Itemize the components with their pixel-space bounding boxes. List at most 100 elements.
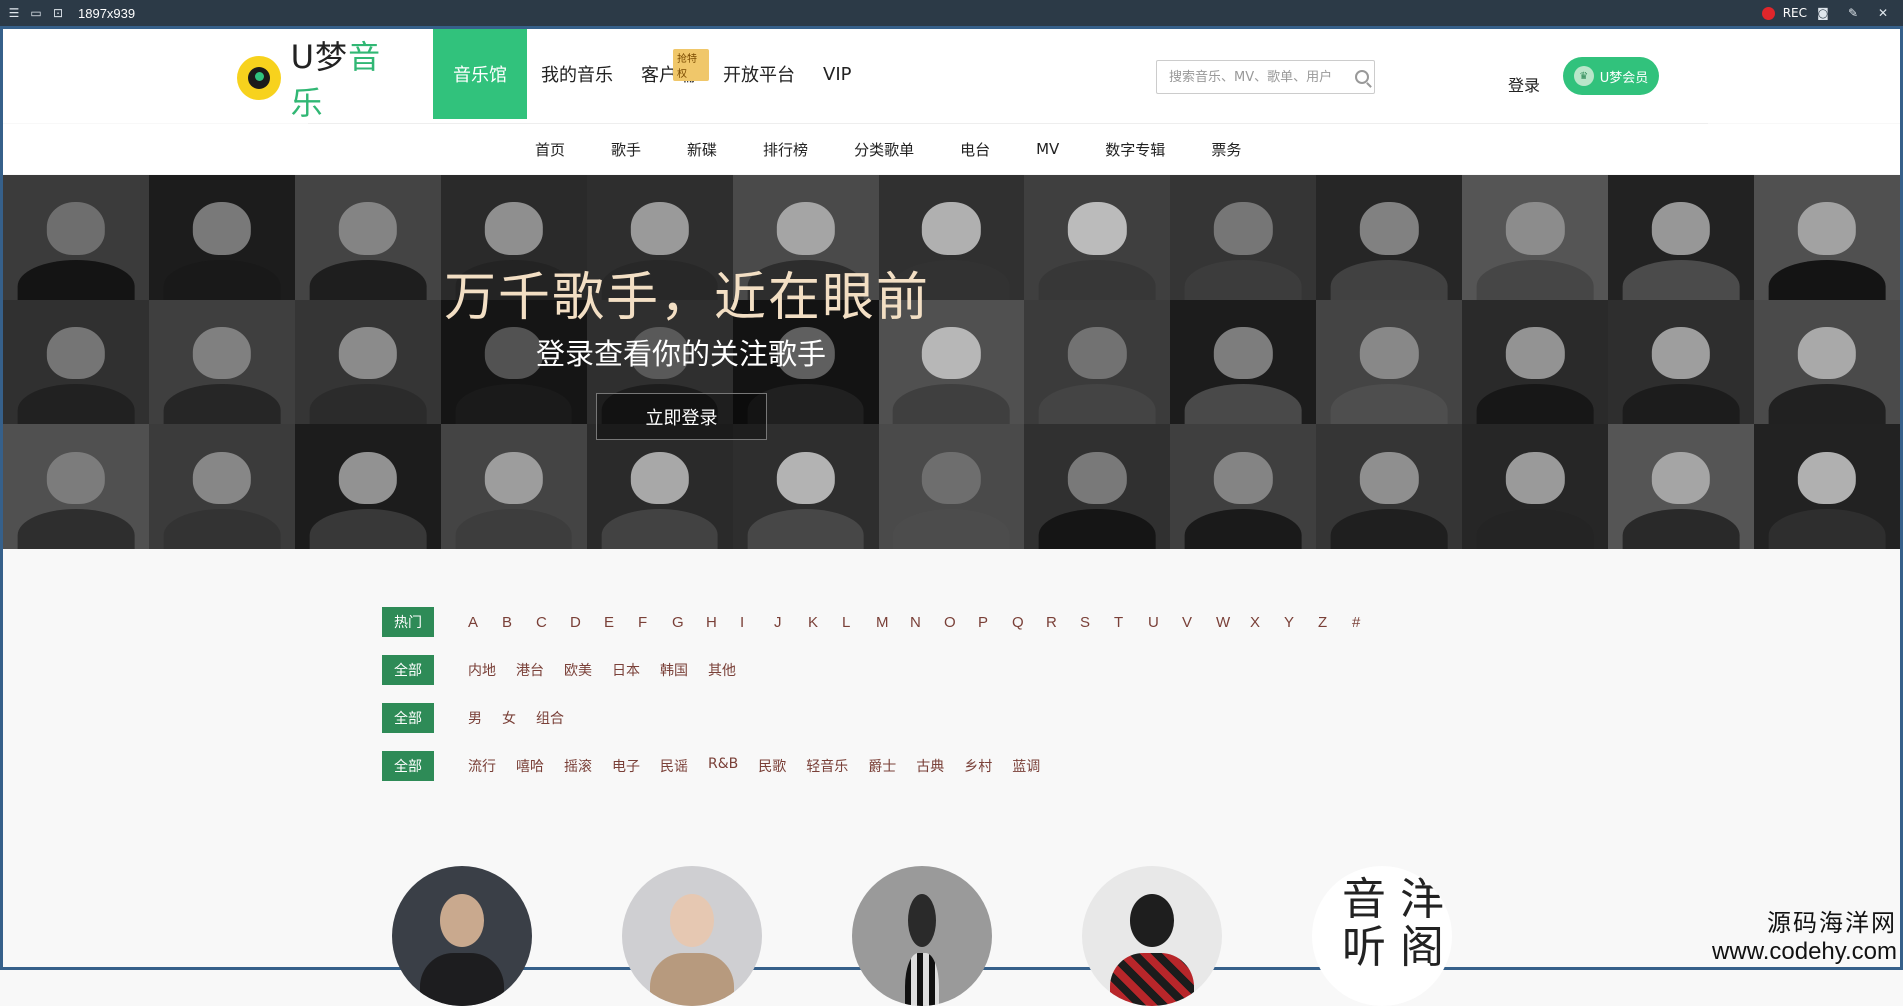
filter-gender-option[interactable]: 女 xyxy=(502,708,516,728)
filter-letter-option[interactable]: R xyxy=(1046,614,1080,631)
filter-tag-all-genres[interactable]: 全部 xyxy=(382,751,434,781)
camera-icon[interactable]: ◙ xyxy=(1815,5,1831,21)
search-icon[interactable] xyxy=(1355,70,1369,84)
menu-icon[interactable]: ☰ xyxy=(6,5,22,21)
filter-letter-option[interactable]: C xyxy=(536,614,570,631)
subnav-item-mv[interactable]: MV xyxy=(1036,140,1059,158)
filter-region-option[interactable]: 内地 xyxy=(468,660,496,680)
filter-genre-option[interactable]: 嘻哈 xyxy=(516,756,544,776)
singer-avatar[interactable] xyxy=(852,866,992,1006)
filter-letter-option[interactable]: Z xyxy=(1318,614,1352,631)
nav-vip[interactable]: VIP xyxy=(809,29,865,119)
filter-letter-option[interactable]: B xyxy=(502,614,536,631)
letter-options: A B C D E F G H I J K L M N O P Q R S T U V W X Y Z # xyxy=(468,614,1386,631)
filter-letter-option[interactable]: Y xyxy=(1284,614,1318,631)
vip-button-label: U梦会员 xyxy=(1599,70,1649,86)
filter-letter-option[interactable]: T xyxy=(1114,614,1148,631)
nav-music-hall[interactable]: 音乐馆 xyxy=(433,29,527,119)
nav-open-platform[interactable]: 开放平台 xyxy=(709,29,809,119)
capture-dimensions: 1897x939 xyxy=(78,5,136,21)
filter-tag-all-regions[interactable]: 全部 xyxy=(382,655,434,685)
filter-letter-option[interactable]: I xyxy=(740,614,774,631)
gender-options: 男女组合 xyxy=(468,708,584,728)
subnav-item-digital-albums[interactable]: 数字专辑 xyxy=(1105,139,1165,160)
filter-genre-option[interactable]: 民谣 xyxy=(660,756,688,776)
filter-letter-option[interactable]: X xyxy=(1250,614,1284,631)
subnav-item-playlists[interactable]: 分类歌单 xyxy=(854,139,914,160)
subnav-item-singers[interactable]: 歌手 xyxy=(611,139,641,160)
window-icon[interactable]: ▭ xyxy=(28,5,44,21)
filter-row-regions: 全部 内地 港台 欧美 日本 韩国 其他 xyxy=(382,655,1386,685)
singer-avatar-calligraphy[interactable]: 音 洋 听 阁 xyxy=(1312,866,1452,1006)
filter-genre-option[interactable]: 摇滚 xyxy=(564,756,592,776)
filter-letter-option[interactable]: S xyxy=(1080,614,1114,631)
filter-letter-option[interactable]: N xyxy=(910,614,944,631)
filter-letter-option[interactable]: A xyxy=(468,614,502,631)
search-input[interactable] xyxy=(1167,68,1353,86)
filter-genre-option[interactable]: 轻音乐 xyxy=(806,756,848,776)
filter-letter-option[interactable]: D xyxy=(570,614,604,631)
subnav-item-tickets[interactable]: 票务 xyxy=(1211,139,1241,160)
nav-client[interactable]: 客户端 抢特权 xyxy=(627,29,709,119)
record-dot-icon xyxy=(1761,6,1775,20)
filter-letter-option[interactable]: W xyxy=(1216,614,1250,631)
filter-genre-option[interactable]: 蓝调 xyxy=(1012,756,1040,776)
filter-region-option[interactable]: 韩国 xyxy=(660,660,688,680)
filter-genre-option[interactable]: 民歌 xyxy=(758,756,786,776)
region-select-icon[interactable]: ⊡ xyxy=(50,5,66,21)
filter-letter-option[interactable]: M xyxy=(876,614,910,631)
rec-label[interactable]: REC xyxy=(1783,6,1807,20)
filter-row-genres: 全部 流行 嘻哈 摇滚 电子 民谣 R&B 民歌 轻音乐 爵士 古典 乡村 蓝调 xyxy=(382,751,1386,781)
subnav-item-new-albums[interactable]: 新碟 xyxy=(687,139,717,160)
filter-letter-option[interactable]: Q xyxy=(1012,614,1046,631)
filter-letter-option[interactable]: H xyxy=(706,614,740,631)
filter-genre-option[interactable]: 流行 xyxy=(468,756,496,776)
filter-genre-option[interactable]: 乡村 xyxy=(964,756,992,776)
subnav-item-radio[interactable]: 电台 xyxy=(960,139,990,160)
filter-letter-option[interactable]: # xyxy=(1352,614,1386,631)
login-link[interactable]: 登录 xyxy=(1508,72,1540,96)
filter-letter-option[interactable]: E xyxy=(604,614,638,631)
filter-row-gender: 全部 男女组合 xyxy=(382,703,1386,733)
genre-options: 流行 嘻哈 摇滚 电子 民谣 R&B 民歌 轻音乐 爵士 古典 乡村 蓝调 xyxy=(468,756,1060,776)
singer-avatar[interactable] xyxy=(622,866,762,1006)
banner-overlay: 万千歌手，近在眼前 登录查看你的关注歌手 立即登录 xyxy=(3,175,1900,549)
close-icon[interactable]: ✕ xyxy=(1875,5,1891,21)
login-now-button[interactable]: 立即登录 xyxy=(596,393,767,440)
logo-disc-icon xyxy=(237,56,281,100)
subnav-item-home[interactable]: 首页 xyxy=(535,139,565,160)
subnav-item-charts[interactable]: 排行榜 xyxy=(763,139,808,160)
filter-letter-option[interactable]: J xyxy=(774,614,808,631)
recorder-toolbar: ☰ ▭ ⊡ 1897x939 REC ◙ ✎ ✕ xyxy=(0,0,1903,26)
filter-region-option[interactable]: 日本 xyxy=(612,660,640,680)
pen-icon[interactable]: ✎ xyxy=(1845,5,1861,21)
filter-region-option[interactable]: 其他 xyxy=(708,660,736,680)
vip-membership-button[interactable]: ♛ U梦会员 xyxy=(1563,57,1659,95)
filter-genre-option[interactable]: 古典 xyxy=(916,756,944,776)
top-nav: 音乐馆 我的音乐 客户端 抢特权 开放平台 VIP xyxy=(433,29,865,123)
filter-tag-all-gender[interactable]: 全部 xyxy=(382,703,434,733)
watermark-name: 源码海洋网 xyxy=(1767,909,1897,937)
filter-letter-option[interactable]: O xyxy=(944,614,978,631)
nav-my-music[interactable]: 我的音乐 xyxy=(527,29,627,119)
filter-letter-option[interactable]: K xyxy=(808,614,842,631)
filter-letter-option[interactable]: F xyxy=(638,614,672,631)
filter-letter-option[interactable]: L xyxy=(842,614,876,631)
filter-letter-option[interactable]: P xyxy=(978,614,1012,631)
filter-genre-option[interactable]: R&B xyxy=(708,756,738,776)
site-logo[interactable]: U梦音乐 xyxy=(237,38,413,122)
filter-gender-option[interactable]: 男 xyxy=(468,708,482,728)
filter-letter-option[interactable]: G xyxy=(672,614,706,631)
filter-gender-option[interactable]: 组合 xyxy=(536,708,564,728)
filter-region-option[interactable]: 欧美 xyxy=(564,660,592,680)
singer-banner: 万千歌手，近在眼前 登录查看你的关注歌手 立即登录 xyxy=(3,175,1900,549)
singer-avatar[interactable] xyxy=(1082,866,1222,1006)
filter-tag-hot[interactable]: 热门 xyxy=(382,607,434,637)
filter-letter-option[interactable]: V xyxy=(1182,614,1216,631)
singer-avatar[interactable] xyxy=(392,866,532,1006)
filter-letter-option[interactable]: U xyxy=(1148,614,1182,631)
vip-badge-icon: ♛ xyxy=(1573,66,1594,86)
filter-genre-option[interactable]: 爵士 xyxy=(868,756,896,776)
filter-region-option[interactable]: 港台 xyxy=(516,660,544,680)
filter-genre-option[interactable]: 电子 xyxy=(612,756,640,776)
